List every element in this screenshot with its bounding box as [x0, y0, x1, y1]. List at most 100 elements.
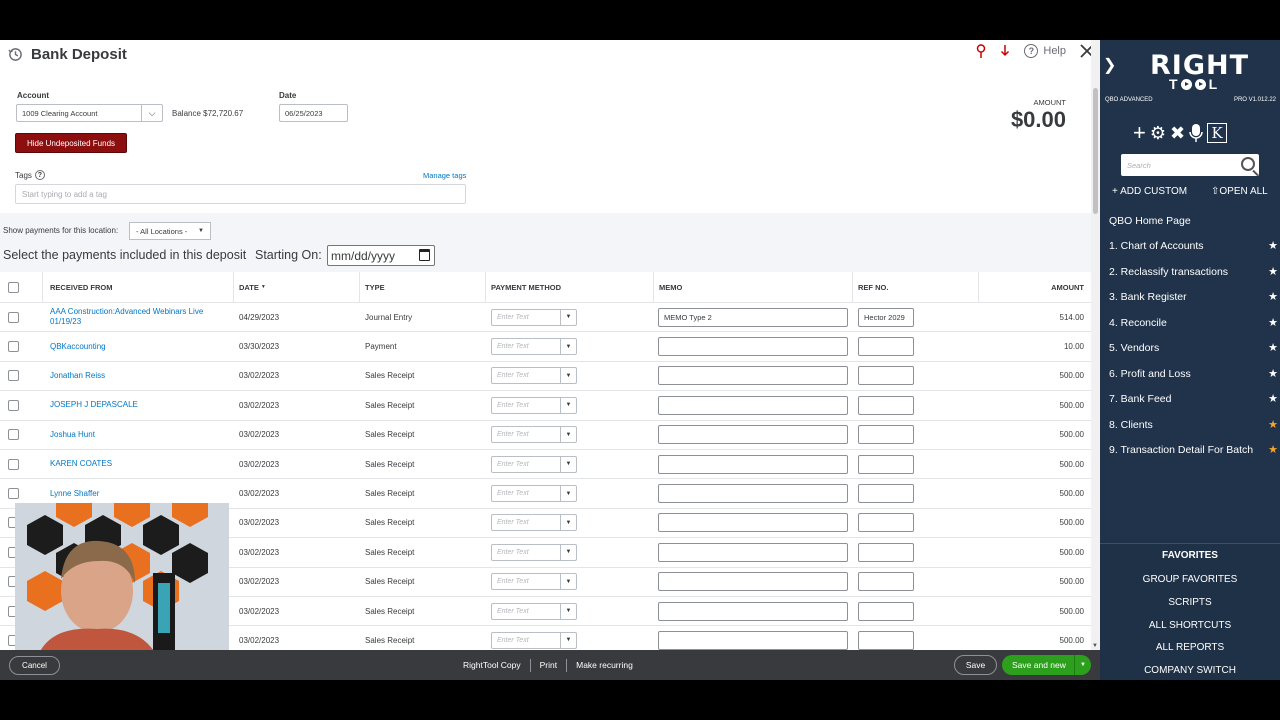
table-row[interactable]: AAA Construction:Advanced Webinars Live … [0, 303, 1092, 333]
sidebar-shortcut-item[interactable]: 3. Bank Register [1109, 291, 1187, 303]
favorites-item[interactable]: ALL SHORTCUTS [1100, 620, 1280, 631]
select-all-checkbox[interactable] [8, 281, 19, 293]
starting-date-input[interactable]: mm/dd/yyyy [327, 245, 435, 266]
star-icon[interactable]: ★ [1268, 392, 1278, 405]
help-button[interactable]: ? Help [1024, 44, 1066, 58]
location-value: - All Locations - [136, 226, 188, 236]
star-icon[interactable]: ★ [1268, 239, 1278, 252]
col-payment-method[interactable]: PAYMENT METHOD [491, 272, 561, 302]
calendar-icon[interactable] [419, 249, 430, 261]
save-and-new-label: Save and new [1012, 660, 1066, 670]
sidebar-search-input[interactable]: Search [1121, 154, 1259, 176]
amount-value: 500.00 [1059, 577, 1084, 587]
favorites-title: FAVORITES [1162, 550, 1218, 561]
table-row[interactable]: KAREN COATES 03/02/2023 Sales Receipt Enter… [0, 449, 1092, 480]
table-row[interactable]: Joshua Hunt 03/02/2023 Sales Receipt Enter … [0, 420, 1092, 450]
col-received-from[interactable]: RECEIVED FROM [50, 272, 113, 302]
save-and-new-button[interactable]: Save and new ▼ [1002, 655, 1091, 675]
header-actions: ? Help [976, 44, 1094, 58]
cancel-button[interactable]: Cancel [9, 656, 60, 675]
col-amount[interactable]: AMOUNT [1051, 272, 1084, 302]
scroll-down-icon[interactable]: ▼ [1092, 643, 1098, 649]
amount-cell: 500.00 [0, 362, 1092, 390]
star-icon[interactable]: ★ [1268, 443, 1278, 456]
sidebar-shortcut-item[interactable]: 5. Vendors [1109, 342, 1159, 354]
location-select[interactable]: - All Locations - ▼ [129, 222, 211, 240]
amount-value: 500.00 [1059, 400, 1084, 410]
account-select[interactable]: 1009 Clearing Account ⌵ [16, 104, 163, 122]
help-label: Help [1043, 45, 1066, 57]
sidebar-shortcut-item[interactable]: 4. Reconcile [1109, 317, 1167, 329]
amount-cell: 514.00 [0, 303, 1092, 331]
col-ref-no[interactable]: REF NO. [858, 272, 888, 302]
righttool-copy-button[interactable]: RightTool Copy [463, 660, 530, 670]
favorites-item[interactable]: SCRIPTS [1100, 597, 1280, 608]
amount-label: AMOUNT [1033, 98, 1067, 107]
collapse-chevron-icon[interactable]: ❯ [1103, 55, 1116, 75]
amount-cell: 500.00 [0, 391, 1092, 419]
star-icon[interactable]: ★ [1268, 418, 1278, 431]
add-custom-button[interactable]: + ADD CUSTOM [1112, 186, 1187, 197]
amount-value: 500.00 [1059, 606, 1084, 616]
gear-icon[interactable]: ⚙ [1150, 123, 1166, 144]
bank-deposit-panel: Bank Deposit ? Help Account 1009 Clearing… [0, 40, 1100, 680]
chevron-down-icon[interactable]: ⌵ [141, 105, 162, 121]
star-icon[interactable]: ★ [1268, 290, 1278, 303]
star-icon[interactable]: ★ [1268, 265, 1278, 278]
microphone-icon[interactable] [1189, 123, 1203, 143]
sidebar-shortcut-item[interactable]: 2. Reclassify transactions [1109, 266, 1228, 278]
table-row[interactable]: JOSEPH J DEPASCALE 03/02/2023 Sales Receip… [0, 391, 1092, 421]
col-type[interactable]: TYPE [365, 272, 385, 302]
open-all-button[interactable]: ⇧OPEN ALL [1211, 186, 1268, 197]
keyboard-k-icon[interactable]: K [1207, 123, 1228, 143]
sidebar-shortcut-item[interactable]: 6. Profit and Loss [1109, 368, 1191, 380]
sidebar-shortcut-item[interactable]: 9. Transaction Detail For Batch [1109, 444, 1253, 456]
caret-down-icon: ▼ [198, 228, 204, 234]
sidebar-search-placeholder: Search [1127, 160, 1151, 170]
sidebar-shortcut-item[interactable]: 8. Clients [1109, 419, 1153, 431]
sidebar-item-home[interactable]: QBO Home Page [1109, 215, 1191, 227]
sidebar-shortcut-item[interactable]: 1. Chart of Accounts [1109, 240, 1204, 252]
scrollbar-thumb[interactable] [1093, 88, 1098, 214]
star-icon[interactable]: ★ [1268, 341, 1278, 354]
play-icon [1194, 78, 1206, 90]
make-recurring-button[interactable]: Make recurring [567, 660, 642, 670]
date-field[interactable]: 06/25/2023 [279, 104, 348, 122]
play-icon [1180, 78, 1192, 90]
plus-icon[interactable]: + [1133, 120, 1146, 146]
select-payments-label: Select the payments included in this dep… [3, 248, 247, 262]
sidebar-shortcut-item[interactable]: 7. Bank Feed [1109, 393, 1171, 405]
history-icon[interactable] [8, 47, 23, 62]
pin-icon[interactable] [976, 44, 986, 58]
star-icon[interactable]: ★ [1268, 367, 1278, 380]
tools-icon[interactable]: ✖ [1170, 123, 1185, 144]
search-icon[interactable] [1241, 157, 1255, 171]
download-icon[interactable] [1000, 44, 1010, 58]
question-icon: ? [1024, 44, 1039, 58]
app-window: Bank Deposit ? Help Account 1009 Clearing… [0, 40, 1280, 680]
favorites-item[interactable]: GROUP FAVORITES [1100, 574, 1280, 585]
version-label: PRO V1.012.22 [1233, 97, 1276, 103]
tags-input[interactable]: Start typing to add a tag [15, 184, 466, 204]
table-row[interactable]: Jonathan Reiss 03/02/2023 Sales Receipt Ent… [0, 361, 1092, 392]
manage-tags-link[interactable]: Manage tags [423, 171, 466, 180]
hide-undeposited-funds-button[interactable]: Hide Undeposited Funds [15, 133, 127, 153]
location-label: Show payments for this location: [3, 226, 119, 235]
col-date-label: DATE [239, 282, 259, 292]
main-scrollbar[interactable]: ▼ [1091, 40, 1100, 650]
col-memo[interactable]: MEMO [659, 272, 682, 302]
chevron-down-icon[interactable]: ▼ [1074, 655, 1091, 675]
table-row[interactable]: QBKaccounting 03/30/2023 Payment Enter Text… [0, 332, 1092, 362]
righttool-sidebar: ❯ RIGHT T L QBO ADVANCED PRO V1.012.22 +… [1100, 40, 1280, 680]
col-date[interactable]: DATE ▼ [239, 272, 266, 302]
balance-text: Balance $72,720.67 [172, 109, 244, 118]
favorites-item[interactable]: COMPANY SWITCH [1100, 665, 1280, 676]
amount-value: 500.00 [1059, 459, 1084, 469]
print-button[interactable]: Print [531, 660, 566, 670]
amount-value: 500.00 [1059, 518, 1084, 528]
save-button[interactable]: Save [954, 655, 997, 675]
amount-value: 500.00 [1059, 635, 1084, 645]
favorites-item[interactable]: ALL REPORTS [1100, 642, 1280, 653]
star-icon[interactable]: ★ [1268, 316, 1278, 329]
question-icon[interactable]: ? [34, 170, 45, 180]
